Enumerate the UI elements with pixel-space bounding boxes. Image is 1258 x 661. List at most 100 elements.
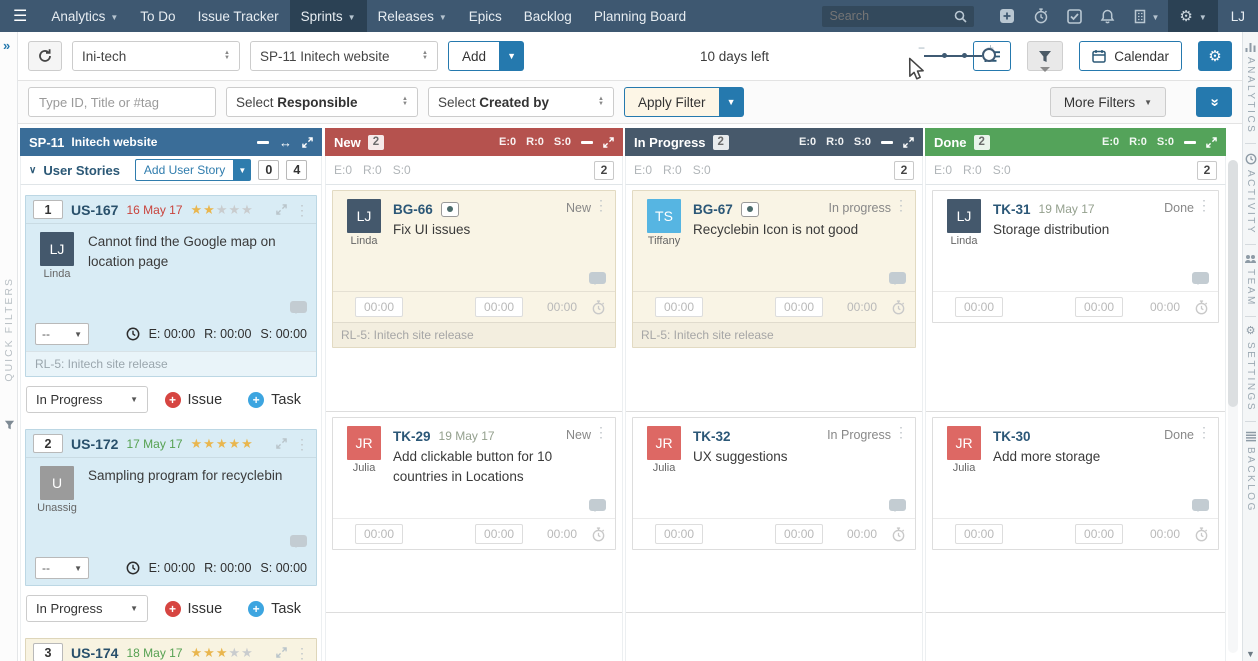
card-menu-icon[interactable]: ⋮ bbox=[295, 437, 309, 451]
assignee-avatar[interactable]: LJ bbox=[347, 199, 381, 233]
assignee-avatar[interactable]: TS bbox=[647, 199, 681, 233]
comment-icon[interactable] bbox=[589, 272, 606, 284]
collapse-minus-icon[interactable] bbox=[581, 141, 593, 144]
story-card[interactable]: 1 US-167 16 May 17 ★★★★★ ⋮ LJ Linda Cann… bbox=[25, 195, 317, 377]
apply-filter-caret[interactable]: ▼ bbox=[719, 87, 744, 117]
card-menu-icon[interactable]: ⋮ bbox=[594, 425, 608, 439]
task-card[interactable]: JR Julia TK-30 Add more storage Done ⋮ bbox=[932, 417, 1219, 550]
more-filters-button[interactable]: More Filters ▼ bbox=[1050, 87, 1166, 117]
scrollbar-thumb[interactable] bbox=[1228, 160, 1238, 407]
card-menu-icon[interactable]: ⋮ bbox=[1197, 425, 1211, 439]
nav-sprints[interactable]: Sprints▼ bbox=[290, 0, 367, 32]
card-id-link[interactable]: TK-29 bbox=[393, 429, 431, 444]
card-menu-icon[interactable]: ⋮ bbox=[594, 198, 608, 212]
task-card[interactable]: TS Tiffany BG-67 Recyclebin Icon is not … bbox=[632, 190, 916, 348]
tasks-check-icon[interactable] bbox=[1058, 9, 1091, 24]
remaining-input[interactable]: 00:00 bbox=[775, 297, 823, 317]
stopwatch-icon[interactable] bbox=[591, 527, 606, 542]
assignee-avatar[interactable]: LJ bbox=[40, 232, 74, 266]
comment-icon[interactable] bbox=[290, 535, 307, 547]
card-menu-icon[interactable]: ⋮ bbox=[295, 203, 309, 217]
stopwatch-icon[interactable] bbox=[1194, 527, 1209, 542]
story-card[interactable]: 2 US-172 17 May 17 ★★★★★ ⋮ U Unassig Sam… bbox=[25, 429, 317, 586]
card-id-link[interactable]: TK-32 bbox=[693, 429, 731, 444]
comment-icon[interactable] bbox=[1192, 272, 1209, 284]
remaining-input[interactable]: 00:00 bbox=[475, 524, 523, 544]
expand-diagonal-icon[interactable] bbox=[302, 137, 313, 148]
task-card[interactable]: JR Julia TK-32 UX suggestions In Progres… bbox=[632, 417, 916, 550]
story-count-toggle[interactable]: 4 bbox=[286, 160, 307, 180]
hamburger-menu-icon[interactable]: ☰ bbox=[0, 6, 40, 26]
card-id-link[interactable]: TK-31 bbox=[993, 202, 1031, 217]
filter-funnel-icon[interactable] bbox=[4, 420, 15, 430]
rail-team[interactable]: TEAM bbox=[1244, 254, 1257, 307]
comment-icon[interactable] bbox=[889, 272, 906, 284]
add-issue-link[interactable]: +Issue bbox=[165, 601, 223, 617]
remaining-input[interactable]: 00:00 bbox=[775, 524, 823, 544]
nav-issue-tracker[interactable]: Issue Tracker bbox=[187, 0, 290, 32]
assignee-avatar[interactable]: JR bbox=[947, 426, 981, 460]
rail-backlog[interactable]: BACKLOG bbox=[1245, 431, 1257, 513]
nav-planning-board[interactable]: Planning Board bbox=[583, 0, 697, 32]
comment-icon[interactable] bbox=[889, 499, 906, 511]
rail-activity[interactable]: ACTIVITY bbox=[1245, 153, 1257, 235]
story-id-link[interactable]: US-174 bbox=[71, 645, 118, 661]
card-id-link[interactable]: TK-30 bbox=[993, 429, 1031, 444]
settings-menu[interactable]: ⚙ ▼ bbox=[1168, 0, 1217, 32]
add-task-link[interactable]: +Task bbox=[248, 392, 301, 408]
assignee-avatar[interactable]: LJ bbox=[947, 199, 981, 233]
notifications-bell-icon[interactable] bbox=[1091, 9, 1124, 24]
responsible-select[interactable]: Select Responsible ▲▼ bbox=[226, 87, 418, 117]
expand-diagonal-icon[interactable] bbox=[903, 137, 914, 148]
board-settings-button[interactable]: ⚙ bbox=[1198, 41, 1232, 71]
collapse-card-icon[interactable] bbox=[276, 438, 287, 449]
timer-icon[interactable] bbox=[1024, 8, 1058, 24]
story-status-select[interactable]: In Progress▼ bbox=[26, 386, 148, 413]
card-menu-icon[interactable]: ⋮ bbox=[894, 425, 908, 439]
record-icon[interactable] bbox=[441, 202, 459, 217]
sprint-select[interactable]: SP-11 Initech website ▲▼ bbox=[250, 41, 438, 71]
collapse-filters-button[interactable]: « bbox=[1196, 87, 1232, 117]
user-avatar[interactable]: LJ bbox=[1218, 9, 1258, 24]
assignee-avatar[interactable]: JR bbox=[347, 426, 381, 460]
apply-filter-button[interactable]: Apply Filter bbox=[624, 87, 719, 117]
remaining-input[interactable]: 00:00 bbox=[475, 297, 523, 317]
collapse-minus-icon[interactable] bbox=[881, 141, 893, 144]
card-menu-icon[interactable]: ⋮ bbox=[1197, 198, 1211, 212]
collapse-minus-icon[interactable] bbox=[257, 141, 269, 144]
estimate-input[interactable]: 00:00 bbox=[355, 297, 403, 317]
rail-settings[interactable]: ⚙ SETTINGS bbox=[1245, 326, 1256, 412]
assignee-avatar[interactable]: U bbox=[40, 466, 74, 500]
story-count-toggle[interactable]: 0 bbox=[258, 160, 279, 180]
expand-rail-icon[interactable]: » bbox=[3, 38, 10, 53]
card-menu-icon[interactable]: ⋮ bbox=[894, 198, 908, 212]
priority-select[interactable]: --▼ bbox=[35, 323, 89, 345]
expand-diagonal-icon[interactable] bbox=[603, 137, 614, 148]
story-status-select[interactable]: In Progress▼ bbox=[26, 595, 148, 622]
add-user-story-caret[interactable]: ▼ bbox=[233, 159, 251, 181]
estimate-input[interactable]: 00:00 bbox=[955, 297, 1003, 317]
collapse-minus-icon[interactable] bbox=[1184, 141, 1196, 144]
organization-icon[interactable]: ▼ bbox=[1124, 9, 1168, 24]
task-card[interactable]: LJ Linda TK-31 19 May 17 Storage distrib… bbox=[932, 190, 1219, 323]
record-icon[interactable] bbox=[741, 202, 759, 217]
quick-filters-label[interactable]: QUICK FILTERS bbox=[3, 277, 15, 382]
story-id-link[interactable]: US-172 bbox=[71, 436, 118, 452]
estimate-input[interactable]: 00:00 bbox=[655, 524, 703, 544]
comment-icon[interactable] bbox=[589, 499, 606, 511]
assignee-avatar[interactable]: JR bbox=[647, 426, 681, 460]
card-size-slider[interactable]: − + bbox=[918, 45, 1000, 67]
project-select[interactable]: Ini-tech ▲▼ bbox=[72, 41, 240, 71]
expand-diagonal-icon[interactable] bbox=[1206, 137, 1217, 148]
estimate-input[interactable]: 00:00 bbox=[955, 524, 1003, 544]
card-menu-icon[interactable]: ⋮ bbox=[295, 646, 309, 660]
collapse-card-icon[interactable] bbox=[276, 647, 287, 658]
add-task-link[interactable]: +Task bbox=[248, 601, 301, 617]
comment-icon[interactable] bbox=[290, 301, 307, 313]
add-dropdown-caret[interactable]: ▼ bbox=[499, 41, 524, 71]
remaining-input[interactable]: 00:00 bbox=[1075, 524, 1123, 544]
estimate-input[interactable]: 00:00 bbox=[355, 524, 403, 544]
nav-epics[interactable]: Epics bbox=[458, 0, 513, 32]
stopwatch-icon[interactable] bbox=[891, 300, 906, 315]
story-card[interactable]: 3 US-174 18 May 17 ★★★★★ ⋮ bbox=[25, 638, 317, 661]
